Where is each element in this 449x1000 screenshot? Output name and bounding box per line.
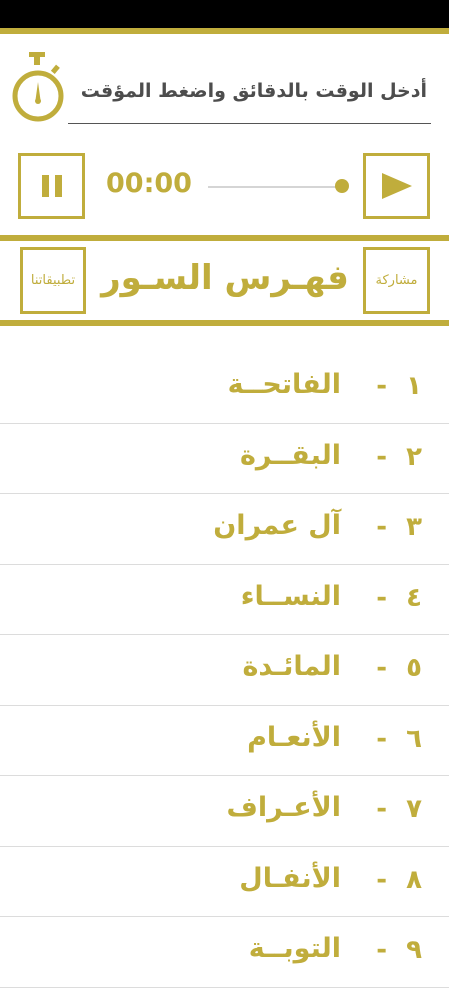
surah-name: الأنعـام [247, 721, 341, 753]
timer-input-underline [68, 123, 431, 124]
list-item[interactable]: ٨- الأنفـال [0, 847, 449, 917]
list-item[interactable]: ٩- التوبــة [0, 917, 449, 988]
surah-number: ٢ [406, 441, 422, 472]
play-icon [381, 173, 412, 199]
list-item[interactable]: ٢- البقــرة [0, 424, 449, 494]
surah-separator: - [376, 653, 387, 683]
list-item[interactable]: ١- الفاتحــة [0, 353, 449, 424]
header-divider-bottom [0, 320, 449, 326]
surah-number: ٣ [406, 512, 422, 542]
surah-number: ٦ [406, 723, 422, 754]
surah-list: ١- الفاتحــة ٢- البقــرة ٣- آل عمران ٤- النســا… [0, 353, 449, 988]
surah-name: الأعـراف [226, 792, 341, 823]
surah-name: الفاتحــة [227, 369, 341, 400]
timer-instruction[interactable]: أدخل الوقت بالدقائق واضغط المؤقت [67, 80, 427, 102]
surah-name: البقــرة [239, 439, 341, 471]
status-bar [0, 0, 449, 28]
surah-number: ٤ [406, 582, 422, 613]
surah-separator: - [376, 935, 387, 965]
surah-number: ٨ [406, 864, 422, 895]
surah-number: ١ [406, 371, 422, 401]
surah-separator: - [376, 723, 387, 754]
header-divider-top [0, 235, 449, 241]
surah-number: ٩ [406, 935, 422, 965]
surah-separator: - [376, 441, 387, 472]
pause-icon [41, 175, 62, 197]
surah-separator: - [376, 371, 387, 401]
surah-separator: - [376, 512, 387, 542]
list-item[interactable]: ٦- الأنعـام [0, 706, 449, 776]
surah-separator: - [376, 864, 387, 895]
seek-track[interactable] [208, 186, 342, 188]
our-apps-label: تطبيقاتنا [30, 273, 76, 288]
surah-number: ٧ [406, 794, 422, 824]
list-item[interactable]: ٣- آل عمران [0, 494, 449, 565]
surah-separator: - [376, 794, 387, 824]
play-button[interactable] [363, 153, 430, 219]
page-title: فهـرس السـور [101, 258, 349, 298]
surah-number: ٥ [406, 653, 422, 683]
surah-name: الأنفـال [239, 862, 341, 894]
share-label: مشاركة [375, 273, 418, 288]
stopwatch-icon[interactable] [12, 52, 64, 128]
surah-name: المائـدة [242, 651, 341, 682]
top-divider [0, 28, 449, 34]
list-item[interactable]: ٧- الأعـراف [0, 776, 449, 847]
our-apps-button[interactable]: تطبيقاتنا [20, 247, 86, 314]
pause-button[interactable] [18, 153, 85, 219]
share-button[interactable]: مشاركة [363, 247, 430, 314]
list-item[interactable]: ٤- النســاء [0, 565, 449, 635]
surah-name: التوبــة [248, 933, 341, 964]
surah-name: آل عمران [213, 510, 341, 541]
seek-knob[interactable] [335, 179, 349, 193]
surah-name: النســاء [240, 580, 341, 612]
time-readout: 00:00 [106, 168, 192, 199]
surah-separator: - [376, 582, 387, 613]
list-item[interactable]: ٥- المائـدة [0, 635, 449, 706]
